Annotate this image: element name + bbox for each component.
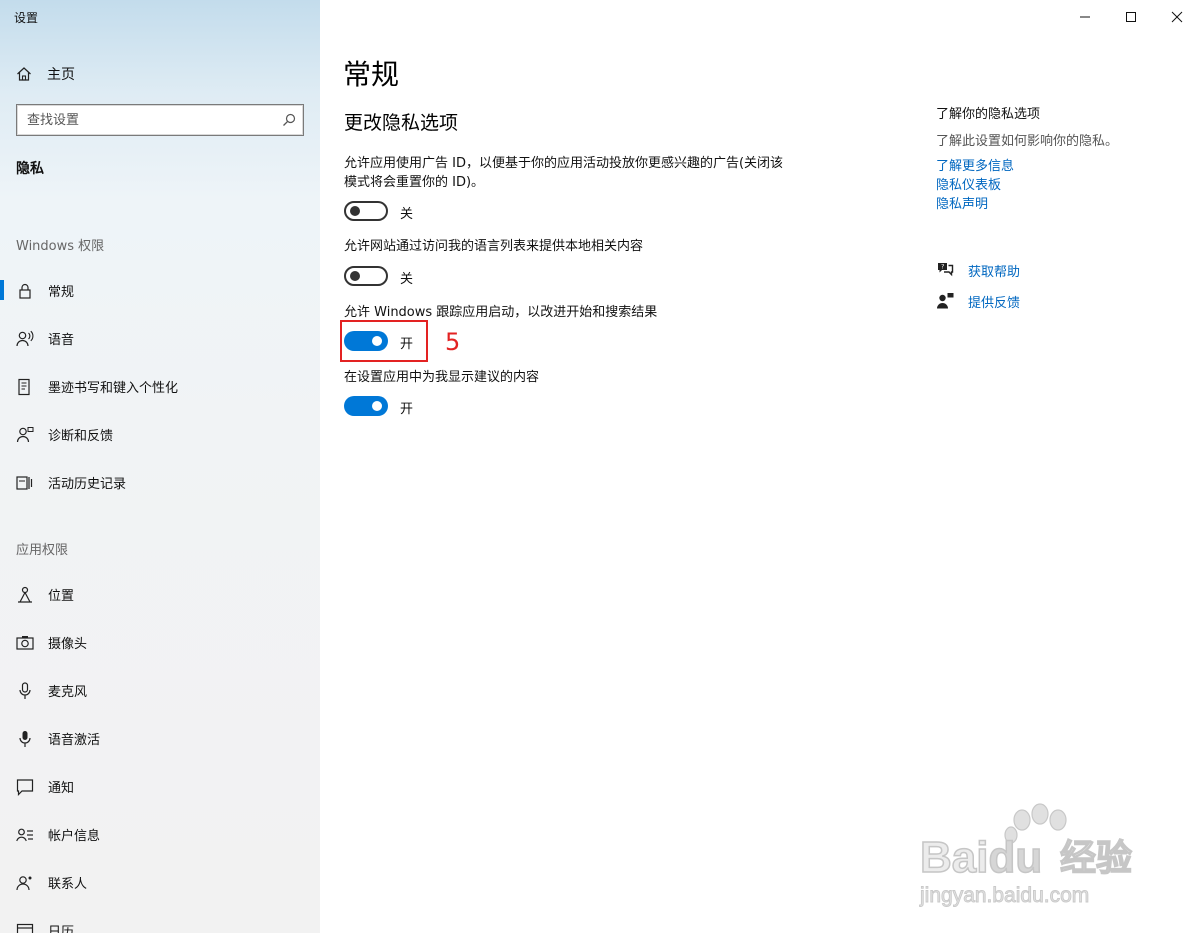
- maximize-icon: [1126, 12, 1136, 22]
- sidebar-item-label: 帐户信息: [48, 829, 101, 844]
- link-learn-more[interactable]: 了解更多信息: [936, 155, 1014, 174]
- camera-icon: [16, 636, 34, 650]
- sidebar-section-title: 隐私: [16, 161, 44, 177]
- toggle-knob: [372, 401, 382, 411]
- link-privacy-statement[interactable]: 隐私声明: [936, 193, 988, 212]
- sidebar: 设置 主页 隐私 Windows 权限 常规 语音 墨迹书写和键入个性化 诊断和…: [0, 0, 320, 933]
- help-chat-icon: ?: [938, 263, 954, 277]
- group-label-apps: 应用权限: [16, 543, 69, 558]
- inking-icon: [18, 378, 30, 396]
- notification-icon: [16, 779, 34, 796]
- annotation-highlight-box: [340, 320, 428, 362]
- active-indicator: [0, 280, 4, 300]
- app-title: 设置: [14, 11, 39, 25]
- sidebar-item-speech[interactable]: 语音: [0, 318, 320, 358]
- annotation-step-number: 5: [445, 328, 461, 356]
- sidebar-item-voice-activation[interactable]: 语音激活: [0, 718, 320, 758]
- get-help-label: 获取帮助: [968, 265, 1021, 280]
- sidebar-item-label: 语音: [48, 333, 75, 348]
- sidebar-item-label: 诊断和反馈: [48, 429, 114, 444]
- toggle-ad-id-state: 关: [400, 207, 414, 222]
- sidebar-item-microphone[interactable]: 麦克风: [0, 670, 320, 710]
- sidebar-item-label: 位置: [48, 589, 75, 604]
- toggle-ad-id[interactable]: [344, 201, 388, 221]
- minimize-icon: [1080, 16, 1090, 18]
- setting-suggested-content-description: 在设置应用中为我显示建议的内容: [344, 370, 540, 385]
- sidebar-item-label: 摄像头: [48, 637, 88, 652]
- sidebar-item-label: 联系人: [48, 877, 88, 892]
- give-feedback-label: 提供反馈: [968, 296, 1021, 311]
- speech-icon: [16, 330, 34, 347]
- search-input[interactable]: [27, 110, 277, 130]
- give-feedback-link[interactable]: 提供反馈: [936, 291, 1020, 311]
- maximize-button[interactable]: [1108, 0, 1154, 34]
- sidebar-item-home-label: 主页: [47, 67, 75, 83]
- account-info-icon: [16, 828, 33, 842]
- svg-text:?: ?: [941, 263, 944, 271]
- sidebar-item-home[interactable]: 主页: [16, 62, 75, 86]
- close-button[interactable]: [1154, 0, 1200, 34]
- voice-activation-icon: [19, 731, 31, 747]
- timeline-icon: [16, 476, 33, 490]
- sidebar-item-camera[interactable]: 摄像头: [0, 622, 320, 662]
- toggle-language-list[interactable]: [344, 266, 388, 286]
- toggle-knob: [350, 206, 360, 216]
- toggle-language-list-state: 关: [400, 272, 414, 287]
- sidebar-item-label: 墨迹书写和键入个性化: [48, 381, 179, 396]
- toggle-suggested-content-state: 开: [400, 402, 414, 417]
- sidebar-item-label: 活动历史记录: [48, 477, 127, 492]
- sidebar-item-label: 日历: [48, 925, 75, 933]
- setting-ad-id-description: 允许应用使用广告 ID，以便基于你的应用活动投放你更感兴趣的广告(关闭该模式将会…: [344, 156, 784, 190]
- sidebar-item-label: 通知: [48, 781, 75, 796]
- sidebar-item-label: 语音激活: [48, 733, 101, 748]
- get-help-link[interactable]: ? 获取帮助: [936, 260, 1020, 280]
- toggle-knob: [350, 271, 360, 281]
- sidebar-item-label: 麦克风: [48, 685, 88, 700]
- setting-language-list-description: 允许网站通过访问我的语言列表来提供本地相关内容: [344, 239, 644, 254]
- sidebar-item-activity-history[interactable]: 活动历史记录: [0, 462, 320, 502]
- contacts-icon: [16, 876, 32, 891]
- lock-icon: [19, 283, 31, 299]
- watermark-brand-cn: 经验: [1060, 838, 1132, 879]
- close-icon: [1171, 11, 1183, 23]
- location-icon: [18, 586, 32, 603]
- minimize-button[interactable]: [1062, 0, 1108, 34]
- microphone-icon: [19, 682, 31, 699]
- sidebar-item-general[interactable]: 常规: [0, 270, 320, 310]
- sidebar-item-account-info[interactable]: 帐户信息: [0, 814, 320, 854]
- feedback-icon: [937, 293, 954, 309]
- related-description: 了解此设置如何影响你的隐私。: [936, 134, 1119, 149]
- sidebar-item-notifications[interactable]: 通知: [0, 766, 320, 806]
- search-box[interactable]: [16, 104, 304, 136]
- sidebar-item-label: 常规: [48, 285, 75, 300]
- toggle-suggested-content[interactable]: [344, 396, 388, 416]
- watermark-url: jingyan.baidu.com: [919, 884, 1089, 907]
- link-privacy-dashboard[interactable]: 隐私仪表板: [936, 174, 1001, 193]
- search-icon[interactable]: [282, 112, 296, 131]
- sidebar-item-contacts[interactable]: 联系人: [0, 862, 320, 902]
- sidebar-item-calendar[interactable]: 日历: [0, 910, 320, 933]
- page-title: 常规: [343, 58, 400, 91]
- group-label-windows: Windows 权限: [16, 239, 105, 254]
- section-heading: 更改隐私选项: [344, 112, 459, 134]
- sidebar-item-location[interactable]: 位置: [0, 574, 320, 614]
- calendar-icon: [16, 923, 34, 933]
- related-title: 了解你的隐私选项: [936, 107, 1041, 122]
- baidu-jingyan-watermark: Baidu 经验 jingyan.baidu.com: [918, 800, 1168, 910]
- sidebar-item-diagnostics[interactable]: 诊断和反馈: [0, 414, 320, 454]
- feedback-person-icon: [16, 427, 34, 443]
- home-icon: [17, 67, 31, 81]
- sidebar-item-inking[interactable]: 墨迹书写和键入个性化: [0, 366, 320, 406]
- watermark-brand: Baidu: [920, 833, 1042, 882]
